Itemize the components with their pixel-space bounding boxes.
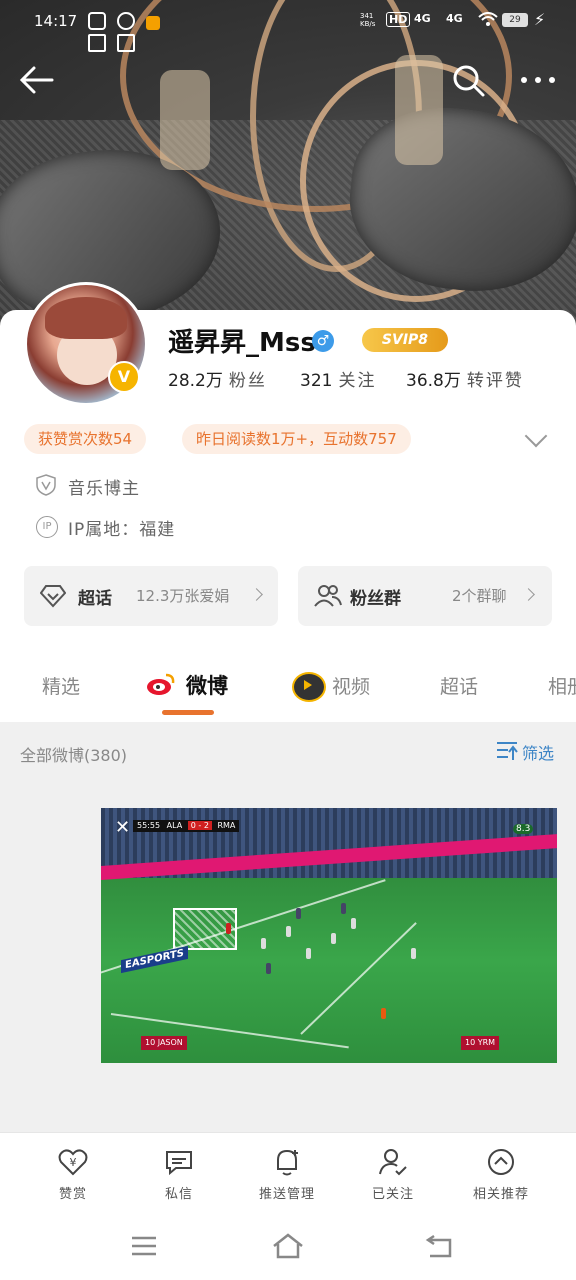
hd-badge: HD — [386, 12, 411, 27]
active-tab-indicator — [162, 710, 214, 715]
filter-button[interactable]: 筛选 — [522, 740, 554, 764]
weibo-logo-icon — [146, 672, 176, 696]
video-ad-text: EASPORTS — [121, 945, 188, 974]
push-settings-label: 推送管理 — [258, 1187, 315, 1202]
creator-tag: 音乐博主 — [68, 479, 140, 499]
chevron-right-icon — [250, 588, 263, 601]
video-thumbnail[interactable]: ✕ 55:55 ALA 0 - 2 RMA 8.3 EASPORTS 10 JA… — [101, 808, 557, 1063]
svg-text:¥: ¥ — [70, 1156, 77, 1169]
reward-button[interactable]: ¥ 赞赏 — [28, 1147, 118, 1202]
menu-icon[interactable] — [130, 1234, 158, 1258]
ip-location: IP属地：福建 — [68, 520, 176, 540]
stat-engagement[interactable]: 36.8万 转评赞 — [406, 366, 524, 391]
profile-name: 遥昇昇_Mss — [168, 328, 316, 358]
svip-badge[interactable]: SVIP8 — [362, 328, 448, 352]
back-nav-icon[interactable] — [424, 1234, 454, 1260]
message-label: 私信 — [164, 1187, 193, 1202]
reward-count-pill[interactable]: 获赞赏次数54 — [24, 424, 147, 454]
ip-icon: IP — [36, 516, 58, 538]
followed-label: 已关注 — [371, 1187, 414, 1202]
diamond-icon — [40, 585, 66, 608]
verified-v-badge: V — [108, 361, 140, 393]
recommend-label: 相关推荐 — [472, 1187, 529, 1202]
chevron-circle-icon — [488, 1149, 514, 1175]
stat-followers[interactable]: 28.2万 粉丝 — [168, 366, 267, 391]
bottom-action-bar: ¥ 赞赏 私信 推送管理 已关注 相关推荐 — [0, 1132, 576, 1213]
search-button[interactable] — [452, 64, 486, 98]
video-scoreboard: 55:55 ALA 0 - 2 RMA — [133, 820, 240, 832]
shield-v-icon — [36, 474, 56, 496]
fan-group-sub: 2个群聊 — [452, 587, 507, 605]
signal-4g-1: 4G — [414, 12, 431, 25]
video-away-team: RMA — [217, 821, 236, 830]
reward-label: 赞赏 — [58, 1187, 87, 1202]
back-button[interactable] — [18, 64, 58, 96]
tab-featured[interactable]: 精选 — [42, 672, 80, 699]
back-arrow-icon — [19, 66, 54, 94]
status-time: 14:17 — [34, 12, 78, 30]
chevron-right-icon — [522, 588, 535, 601]
battery-icon: 29 — [502, 13, 528, 27]
feed-count-label: 全部微博(380) — [20, 746, 128, 765]
stat-following[interactable]: 321 关注 — [300, 366, 376, 391]
tab-album[interactable]: 相册 — [548, 672, 576, 699]
more-dots-icon — [521, 77, 555, 83]
stat-engagement-label: 转评赞 — [466, 371, 524, 391]
system-nav-bar — [0, 1212, 576, 1280]
wifi-icon — [478, 12, 498, 28]
video-corner-number: 8.3 — [513, 824, 534, 834]
charging-icon: ⚡ — [534, 10, 546, 29]
video-player-right: 10 YRM — [461, 1036, 500, 1050]
close-icon: ✕ — [115, 817, 131, 838]
fan-group-title: 粉丝群 — [350, 589, 401, 609]
fan-group-box[interactable]: 粉丝群 2个群聊 — [298, 566, 552, 626]
search-icon — [453, 65, 485, 97]
reading-stats-pill[interactable]: 昨日阅读数1万+，互动数757 — [182, 424, 411, 454]
message-icon — [166, 1151, 192, 1176]
network-speed: 341 KB/s — [360, 12, 376, 28]
video-player-left: 10 JASON — [141, 1036, 187, 1050]
status-notification-icons — [88, 12, 188, 52]
super-topic-title: 超话 — [78, 589, 112, 609]
video-score: 0 - 2 — [187, 821, 212, 830]
message-button[interactable]: 私信 — [134, 1147, 224, 1202]
heart-yen-icon: ¥ — [58, 1149, 88, 1176]
bell-plus-icon — [277, 1149, 298, 1176]
tab-weibo[interactable]: 微博 — [186, 670, 228, 700]
super-topic-box[interactable]: 超话 12.3万张爱娟 — [24, 566, 278, 626]
recommend-button[interactable]: 相关推荐 — [456, 1147, 546, 1202]
group-users-icon — [314, 585, 342, 607]
video-logo-icon — [292, 672, 326, 702]
super-topic-sub: 12.3万张爱娟 — [136, 587, 230, 605]
tab-video[interactable]: 视频 — [332, 672, 370, 699]
video-home-team: ALA — [166, 821, 183, 830]
filter-icon[interactable] — [496, 740, 518, 762]
home-icon[interactable] — [272, 1232, 304, 1260]
stat-followers-label: 粉丝 — [228, 371, 267, 391]
signal-4g-2: 4G — [446, 12, 463, 25]
stat-followers-value: 28.2万 — [168, 371, 223, 391]
tab-super-topic[interactable]: 超话 — [440, 672, 478, 699]
push-settings-button[interactable]: 推送管理 — [242, 1147, 332, 1202]
followed-button[interactable]: 已关注 — [348, 1147, 438, 1202]
stat-following-value: 321 — [300, 371, 333, 391]
male-gender-icon: ♂ — [312, 330, 334, 352]
user-check-icon — [379, 1149, 407, 1176]
stat-engagement-value: 36.8万 — [406, 371, 461, 391]
stat-following-label: 关注 — [338, 371, 377, 391]
video-score-time: 55:55 — [137, 821, 161, 830]
more-button[interactable] — [520, 72, 556, 88]
